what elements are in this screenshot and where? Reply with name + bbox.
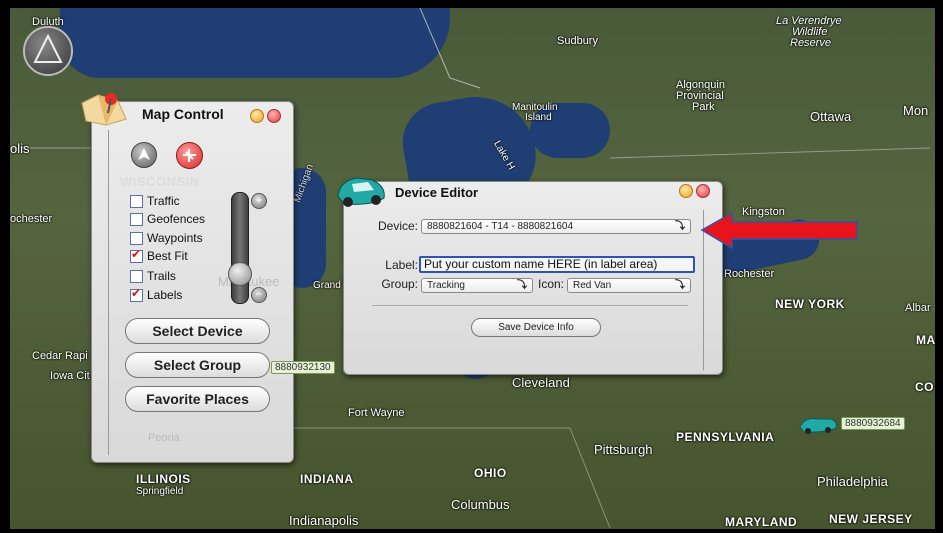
arrow-up-icon — [138, 148, 150, 160]
map-label: Peoria — [148, 432, 180, 444]
map-label: Columbus — [451, 497, 510, 512]
map-label: ILLINOIS — [136, 472, 191, 486]
best-fit-checkbox[interactable]: Best Fit — [130, 247, 188, 263]
map-label: ochester — [10, 213, 53, 225]
checkbox-box[interactable] — [130, 286, 143, 302]
plus-icon: + — [255, 193, 263, 207]
top-bar — [0, 0, 943, 7]
map-label: INDIANA — [300, 472, 354, 486]
vehicle-label[interactable]: 8880932684 — [841, 417, 905, 430]
map-label: Fort Wayne — [348, 407, 405, 419]
checkbox-box[interactable] — [130, 231, 143, 245]
close-button[interactable] — [696, 184, 710, 198]
map-label: Sudbury — [557, 35, 598, 47]
map-label: Iowa Cit — [50, 370, 90, 382]
map-label: Albar — [905, 302, 931, 314]
label-input[interactable]: Put your custom name HERE (in label area… — [419, 256, 695, 273]
dropdown-arrow-icon: ⤵ — [675, 280, 685, 291]
checkbox-label: Waypoints — [147, 231, 203, 245]
compass-button[interactable] — [23, 26, 73, 76]
group-label: Group: — [381, 277, 418, 291]
vehicle-van-icon[interactable] — [796, 413, 840, 435]
map-label: Pittsburgh — [594, 442, 653, 457]
waypoints-checkbox[interactable]: Waypoints — [130, 231, 203, 245]
map-label: MARYLAND — [725, 515, 798, 529]
checkbox-box[interactable] — [130, 194, 143, 208]
plane-icon — [183, 149, 196, 162]
label-value: Put your custom name HERE (in label area… — [424, 257, 658, 271]
checkbox-label: Trails — [147, 269, 176, 283]
dropdown-arrow-icon: ⤵ — [675, 221, 685, 232]
map-label: Ottawa — [810, 109, 852, 124]
zoom-in-button[interactable]: + — [251, 193, 267, 209]
map-label: NEW JERSEY — [829, 512, 913, 526]
group-select[interactable]: Tracking ⤵ — [421, 278, 533, 293]
geofences-checkbox[interactable]: Geofences — [130, 212, 205, 226]
trails-checkbox[interactable]: Trails — [130, 269, 176, 283]
icon-value: Red Van — [573, 280, 612, 291]
map-label: MICHIGAN — [350, 235, 413, 247]
minimize-button[interactable] — [679, 184, 693, 198]
device-select[interactable]: 8880821604 - T14 - 8880821604 ⤵ — [421, 219, 691, 234]
device-value: 8880821604 - T14 - 8880821604 — [427, 221, 574, 232]
map-label: Cedar Rapi — [32, 350, 88, 362]
divider — [372, 305, 688, 306]
map-label: Indianapolis — [289, 513, 359, 528]
map-label: Park — [692, 101, 715, 113]
device-label: Device: — [377, 219, 418, 233]
traffic-checkbox[interactable]: Traffic — [130, 194, 180, 208]
select-group-button[interactable]: Select Group — [125, 352, 270, 378]
labels-checkbox[interactable]: Labels — [130, 286, 183, 302]
icon-select[interactable]: Red Van ⤵ — [567, 278, 691, 293]
map-label: Mon — [903, 103, 929, 118]
dropdown-arrow-icon: ⤵ — [517, 280, 527, 291]
close-button[interactable] — [267, 109, 281, 123]
map-label: olis — [10, 141, 30, 156]
map-label: Island — [525, 112, 552, 123]
map-label: PENNSYLVANIA — [676, 430, 775, 444]
device-editor-title: Device Editor — [395, 185, 479, 200]
favorite-places-button[interactable]: Favorite Places — [125, 386, 270, 412]
group-value: Tracking — [427, 280, 465, 291]
checkbox-label: Labels — [147, 288, 183, 302]
map-label: Springfield — [136, 486, 184, 497]
map-label: Reserve — [790, 37, 831, 49]
satellite-mode-button[interactable] — [176, 142, 203, 169]
select-device-button[interactable]: Select Device — [125, 318, 270, 344]
map-label: Philadelphia — [817, 474, 888, 489]
map-control-logo-icon — [78, 89, 130, 127]
vehicle-label[interactable]: 8880932130 — [271, 361, 335, 374]
checkbox-label: Geofences — [147, 212, 206, 226]
label-label: Label: — [385, 258, 418, 272]
checkbox-box[interactable] — [130, 269, 143, 283]
zoom-out-button[interactable]: − — [251, 287, 267, 303]
map-label: NEW YORK — [775, 297, 845, 311]
map-control-title: Map Control — [142, 106, 224, 122]
map-label: Green Bay — [222, 176, 270, 187]
icon-label: Icon: — [537, 277, 564, 291]
checkbox-box[interactable] — [130, 247, 143, 263]
navigation-mode-button[interactable] — [131, 142, 157, 168]
red-arrow-annotation-icon — [700, 211, 858, 250]
zoom-slider-track[interactable] — [231, 192, 249, 304]
minus-icon: − — [255, 287, 263, 301]
device-editor-car-icon — [332, 172, 390, 210]
checkbox-label: Traffic — [147, 194, 180, 208]
compass-icon — [33, 33, 63, 63]
screen: Duluth Sudbury La Verendrye Wildlife Res… — [0, 0, 943, 533]
map-label: Rochester — [724, 268, 775, 280]
save-device-info-button[interactable]: Save Device Info — [471, 318, 601, 337]
map-label: WISCONSIN — [120, 174, 200, 189]
map-label: MA — [916, 333, 936, 347]
checkbox-label: Best Fit — [147, 249, 188, 263]
map-label: CO — [915, 380, 934, 394]
checkbox-box[interactable] — [130, 212, 143, 226]
map-label: OHIO — [474, 466, 507, 480]
minimize-button[interactable] — [250, 109, 264, 123]
map-label: Cleveland — [512, 375, 570, 390]
